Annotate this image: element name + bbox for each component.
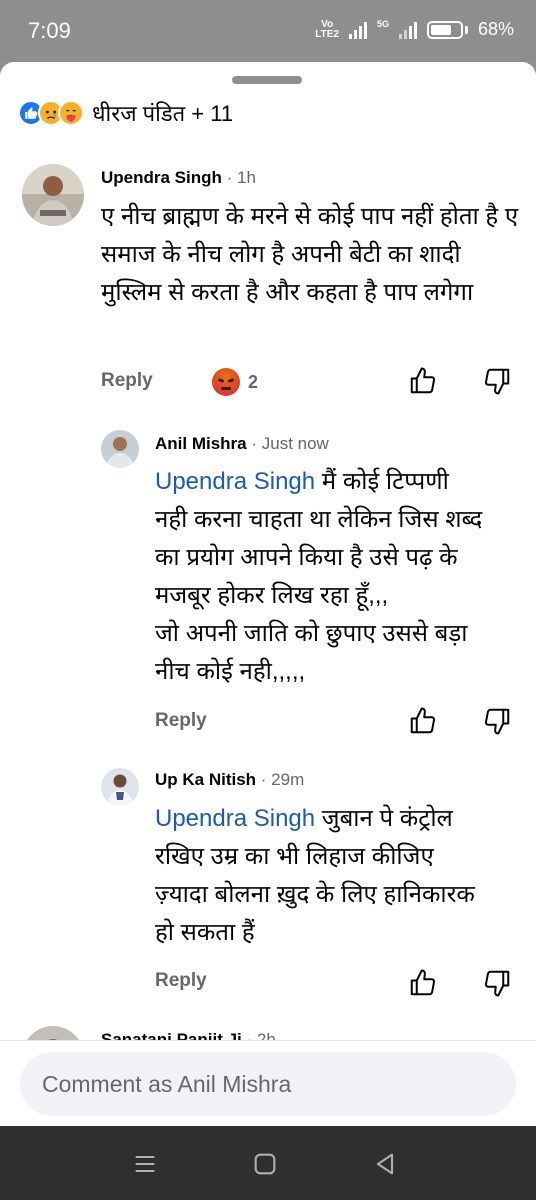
comment-line: मजबूर होकर लिख रहा हूँ,,, xyxy=(155,582,389,609)
home-icon[interactable] xyxy=(251,1150,279,1178)
comment-line: जुबान पे कंट्रोल xyxy=(315,805,453,832)
author-name[interactable]: Upendra Singh xyxy=(101,168,222,187)
comment-line: मैं कोई टिप्पणी xyxy=(315,468,449,495)
dislike-icon[interactable] xyxy=(482,968,512,998)
signal2-icon xyxy=(398,21,417,39)
author-name[interactable]: Up Ka Nitish xyxy=(155,770,256,789)
author-name[interactable]: Anil Mishra xyxy=(155,434,247,453)
comment-line: जो अपनी जाति को छुपाए उससे बड़ा xyxy=(155,620,468,647)
comment-actions: Reply xyxy=(155,710,207,732)
comment-time: · Just now xyxy=(251,434,329,453)
menu-icon[interactable] xyxy=(131,1150,159,1178)
signal-icon xyxy=(348,21,367,39)
comment-header: Anil Mishra · Just now xyxy=(155,434,329,454)
system-nav-bar xyxy=(0,1126,536,1200)
reaction-count: 2 xyxy=(248,371,259,392)
mention-link[interactable]: Upendra Singh xyxy=(155,468,315,495)
comment-line: हो सकता हैं xyxy=(155,919,255,946)
dislike-icon[interactable] xyxy=(482,706,512,736)
sheet-handle[interactable] xyxy=(232,76,302,84)
like-icon[interactable] xyxy=(408,366,438,396)
comment-line: का प्रयोग आपने किया है उसे पढ़ के xyxy=(155,544,458,571)
reactions-text: धीरज पंडित + 11 xyxy=(92,101,234,126)
comment-time: · 1h xyxy=(226,168,256,187)
avatar[interactable] xyxy=(101,430,139,468)
battery-percent: 68% xyxy=(477,19,514,39)
comment-line: रखिए उम्र का भी लिहाज कीजिए xyxy=(155,843,434,870)
mention-link[interactable]: Upendra Singh xyxy=(155,805,315,832)
battery-icon xyxy=(426,20,463,39)
status-icons: Vo LTE2 5G 68% xyxy=(315,19,514,40)
comment-actions: Reply xyxy=(155,970,207,992)
comment-header: Upendra Singh · 1h xyxy=(101,168,256,188)
dislike-icon[interactable] xyxy=(482,366,512,396)
comment-text: Upendra Singh जुबान पे कंट्रोल रखिए उम्र… xyxy=(155,800,520,952)
reply-button[interactable]: Reply xyxy=(155,710,207,732)
reply-button[interactable]: Reply xyxy=(101,370,153,392)
comment-input[interactable] xyxy=(20,1052,516,1116)
comment-header: Up Ka Nitish · 29m xyxy=(155,770,304,790)
reply-button[interactable]: Reply xyxy=(155,970,207,992)
comments-sheet: धीरज पंडित + 11 Upendra Singh · 1h ए नीच… xyxy=(0,62,536,1126)
angry-icon xyxy=(212,368,240,396)
comment-text: Upendra Singh मैं कोई टिप्पणी नही करना च… xyxy=(155,463,520,691)
comment-line: नीच कोई नही,,,,, xyxy=(155,658,306,685)
back-icon[interactable] xyxy=(371,1150,399,1178)
reactions-summary[interactable]: धीरज पंडित + 11 xyxy=(18,98,233,128)
status-bar: 7:09 Vo LTE2 5G 68% xyxy=(0,0,536,62)
like-icon[interactable] xyxy=(408,706,438,736)
comment-text: ए नीच ब्राह्मण के मरने से कोई पाप नहीं ह… xyxy=(101,203,519,306)
volte-icon: Vo LTE2 xyxy=(315,18,339,40)
avatar[interactable] xyxy=(101,768,139,806)
fiveg-label: 5G xyxy=(376,18,389,29)
like-icon[interactable] xyxy=(408,968,438,998)
comment-actions: Reply xyxy=(101,370,153,392)
comment-line: नही करना चाहता था लेकिन जिस शब्द xyxy=(155,506,483,533)
care-icon xyxy=(58,100,84,126)
avatar[interactable] xyxy=(22,164,84,226)
battery-tip xyxy=(464,25,468,34)
comment-time: · 29m xyxy=(260,770,305,789)
reaction-count-button[interactable]: 2 xyxy=(212,368,258,396)
comment-line: ज़्यादा बोलना ख़ुद के लिए हानिकारक xyxy=(155,881,475,908)
status-time: 7:09 xyxy=(28,18,71,43)
